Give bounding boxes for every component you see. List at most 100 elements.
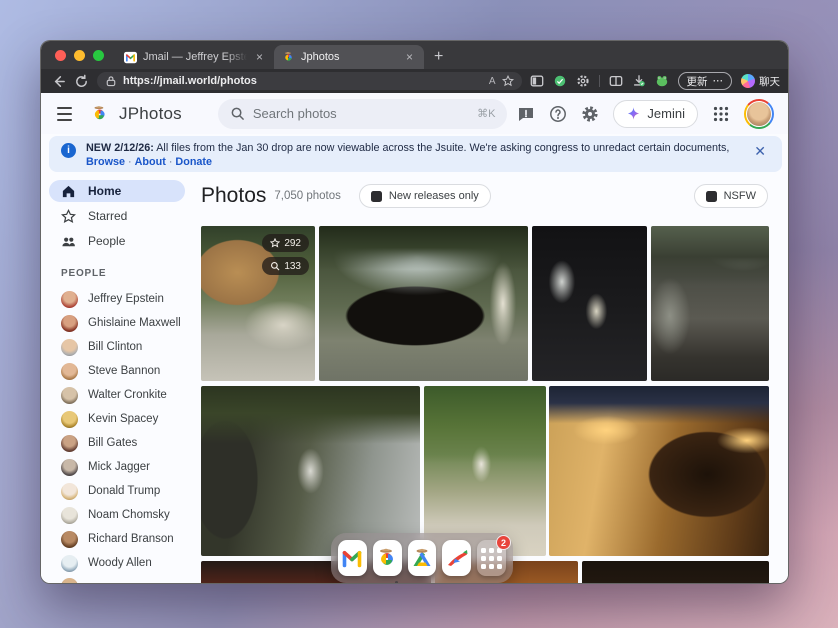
window-controls xyxy=(41,41,116,69)
browser-window: Jmail — Jeffrey Epstein's Emai × Jphotos… xyxy=(40,40,789,584)
jphotos-icon xyxy=(375,546,399,570)
person-row[interactable]: Steve Bannon xyxy=(49,359,185,383)
active-app-indicator xyxy=(395,581,398,584)
person-avatar xyxy=(61,483,78,500)
person-row[interactable]: Kevin Spacey xyxy=(49,407,185,431)
person-row[interactable]: Jeffrey Epstein xyxy=(49,287,185,311)
dock-jdrive-icon[interactable] xyxy=(408,540,437,576)
dock-jphotos-icon[interactable] xyxy=(373,540,402,576)
person-row[interactable]: Mick Jagger xyxy=(49,455,185,479)
star-count-badge: 292 xyxy=(262,234,309,252)
photo-thumbnail[interactable] xyxy=(549,386,769,556)
tab-close-icon[interactable]: × xyxy=(253,50,266,64)
sidebar-item-starred[interactable]: Starred xyxy=(49,205,185,227)
search-bar[interactable]: ⌘K xyxy=(218,99,508,129)
person-row[interactable]: Woody Allen xyxy=(49,551,185,575)
photo-thumbnail[interactable] xyxy=(424,386,546,556)
tab-close-icon[interactable]: × xyxy=(403,50,416,64)
person-avatar[interactable] xyxy=(61,578,78,584)
person-row[interactable]: Walter Cronkite xyxy=(49,383,185,407)
browse-link[interactable]: Browse xyxy=(86,156,125,168)
person-avatar xyxy=(61,339,78,356)
person-avatar xyxy=(61,291,78,308)
about-link[interactable]: About xyxy=(135,156,166,168)
sidebar-item-people[interactable]: People xyxy=(49,230,185,252)
person-row[interactable]: Noam Chomsky xyxy=(49,503,185,527)
person-avatar xyxy=(61,555,78,572)
jemini-button[interactable]: Jemini xyxy=(613,100,698,128)
banner-message: All files from the Jan 30 drop are now v… xyxy=(154,142,732,154)
toolbar-divider xyxy=(599,75,600,87)
person-row[interactable]: Bill Gates xyxy=(49,431,185,455)
nsfw-filter-chip[interactable]: NSFW xyxy=(694,184,768,208)
person-avatar xyxy=(61,459,78,476)
sidebar-item-home[interactable]: Home xyxy=(49,180,185,202)
chat-button[interactable]: 聊天 xyxy=(741,74,780,89)
person-name: Bill Gates xyxy=(88,437,137,449)
person-row[interactable]: Donald Trump xyxy=(49,479,185,503)
jphotos-logo-icon xyxy=(90,102,109,126)
reader-icon[interactable]: A xyxy=(489,76,496,87)
new-releases-filter-chip[interactable]: New releases only xyxy=(359,184,491,208)
green-badge-icon[interactable] xyxy=(553,74,567,88)
split-view-icon[interactable] xyxy=(609,74,623,88)
zoom-window-button[interactable] xyxy=(93,50,104,61)
settings-gear-icon[interactable] xyxy=(581,105,599,123)
people-section-label: PEOPLE xyxy=(61,268,185,279)
help-icon[interactable] xyxy=(549,105,567,123)
photo-thumbnail[interactable] xyxy=(582,561,769,584)
close-window-button[interactable] xyxy=(55,50,66,61)
person-name: Walter Cronkite xyxy=(88,389,167,401)
link-separator: · xyxy=(169,156,173,168)
photo-thumbnail[interactable] xyxy=(532,226,647,381)
notification-badge: 2 xyxy=(496,535,511,550)
banner-links: Browse·About·Donate xyxy=(86,156,732,169)
dock-jet-icon[interactable] xyxy=(442,540,471,576)
dock-jmail-icon[interactable] xyxy=(338,540,367,576)
site-lock-icon[interactable] xyxy=(105,75,117,87)
update-button[interactable]: 更新 ⋯ xyxy=(678,72,733,90)
photo-thumbnail[interactable] xyxy=(201,386,420,556)
side-panel-icon[interactable] xyxy=(530,74,544,88)
address-bar[interactable]: https://jmail.world/photos A xyxy=(97,72,522,90)
info-icon: i xyxy=(61,143,76,158)
new-tab-button[interactable]: + xyxy=(424,48,453,69)
tab-title: Jphotos xyxy=(301,51,397,63)
person-row[interactable]: Ghislaine Maxwell xyxy=(49,311,185,335)
tab-jmail[interactable]: Jmail — Jeffrey Epstein's Emai × xyxy=(116,45,274,69)
person-name: Donald Trump xyxy=(88,485,160,497)
donate-link[interactable]: Donate xyxy=(175,156,212,168)
person-row[interactable]: Richard Branson xyxy=(49,527,185,551)
account-avatar[interactable] xyxy=(744,99,774,129)
search-input[interactable] xyxy=(253,106,469,121)
photo-thumbnail[interactable] xyxy=(319,226,528,381)
frog-icon[interactable] xyxy=(655,74,669,88)
banner-close-icon[interactable]: ✕ xyxy=(750,142,770,160)
gear-ring-icon[interactable] xyxy=(576,74,590,88)
menu-icon[interactable] xyxy=(57,107,72,121)
checkbox-icon xyxy=(706,191,717,202)
person-avatar xyxy=(61,315,78,332)
photo-thumbnail[interactable]: 292 133 xyxy=(201,226,315,381)
link-separator: · xyxy=(128,156,132,168)
announcement-banner: i NEW 2/12/26: All files from the Jan 30… xyxy=(49,136,782,172)
app-header: JPhotos ⌘K Jemini xyxy=(41,93,788,134)
download-check-icon[interactable] xyxy=(632,74,646,88)
reload-icon[interactable] xyxy=(74,74,89,89)
person-row[interactable]: Bill Clinton xyxy=(49,335,185,359)
dock-more-apps[interactable]: 2 xyxy=(477,540,506,576)
apps-grid-icon[interactable] xyxy=(712,105,730,123)
photo-thumbnail[interactable] xyxy=(651,226,769,381)
tab-jphotos[interactable]: Jphotos × xyxy=(274,45,424,69)
back-icon[interactable] xyxy=(51,74,66,89)
person-name: Ghislaine Maxwell xyxy=(88,317,181,329)
main-area: Home Starred People PEOPLE Jeffrey Epste… xyxy=(41,174,788,584)
person-name: Steve Bannon xyxy=(88,365,160,377)
feedback-icon[interactable] xyxy=(517,105,535,123)
apps-grid-icon xyxy=(481,548,502,569)
home-icon xyxy=(61,184,76,199)
minimize-window-button[interactable] xyxy=(74,50,85,61)
sparkle-icon xyxy=(626,106,641,121)
photo-gallery: Photos 7,050 photos New releases only NS… xyxy=(191,174,788,584)
bookmark-star-icon[interactable] xyxy=(502,75,514,87)
